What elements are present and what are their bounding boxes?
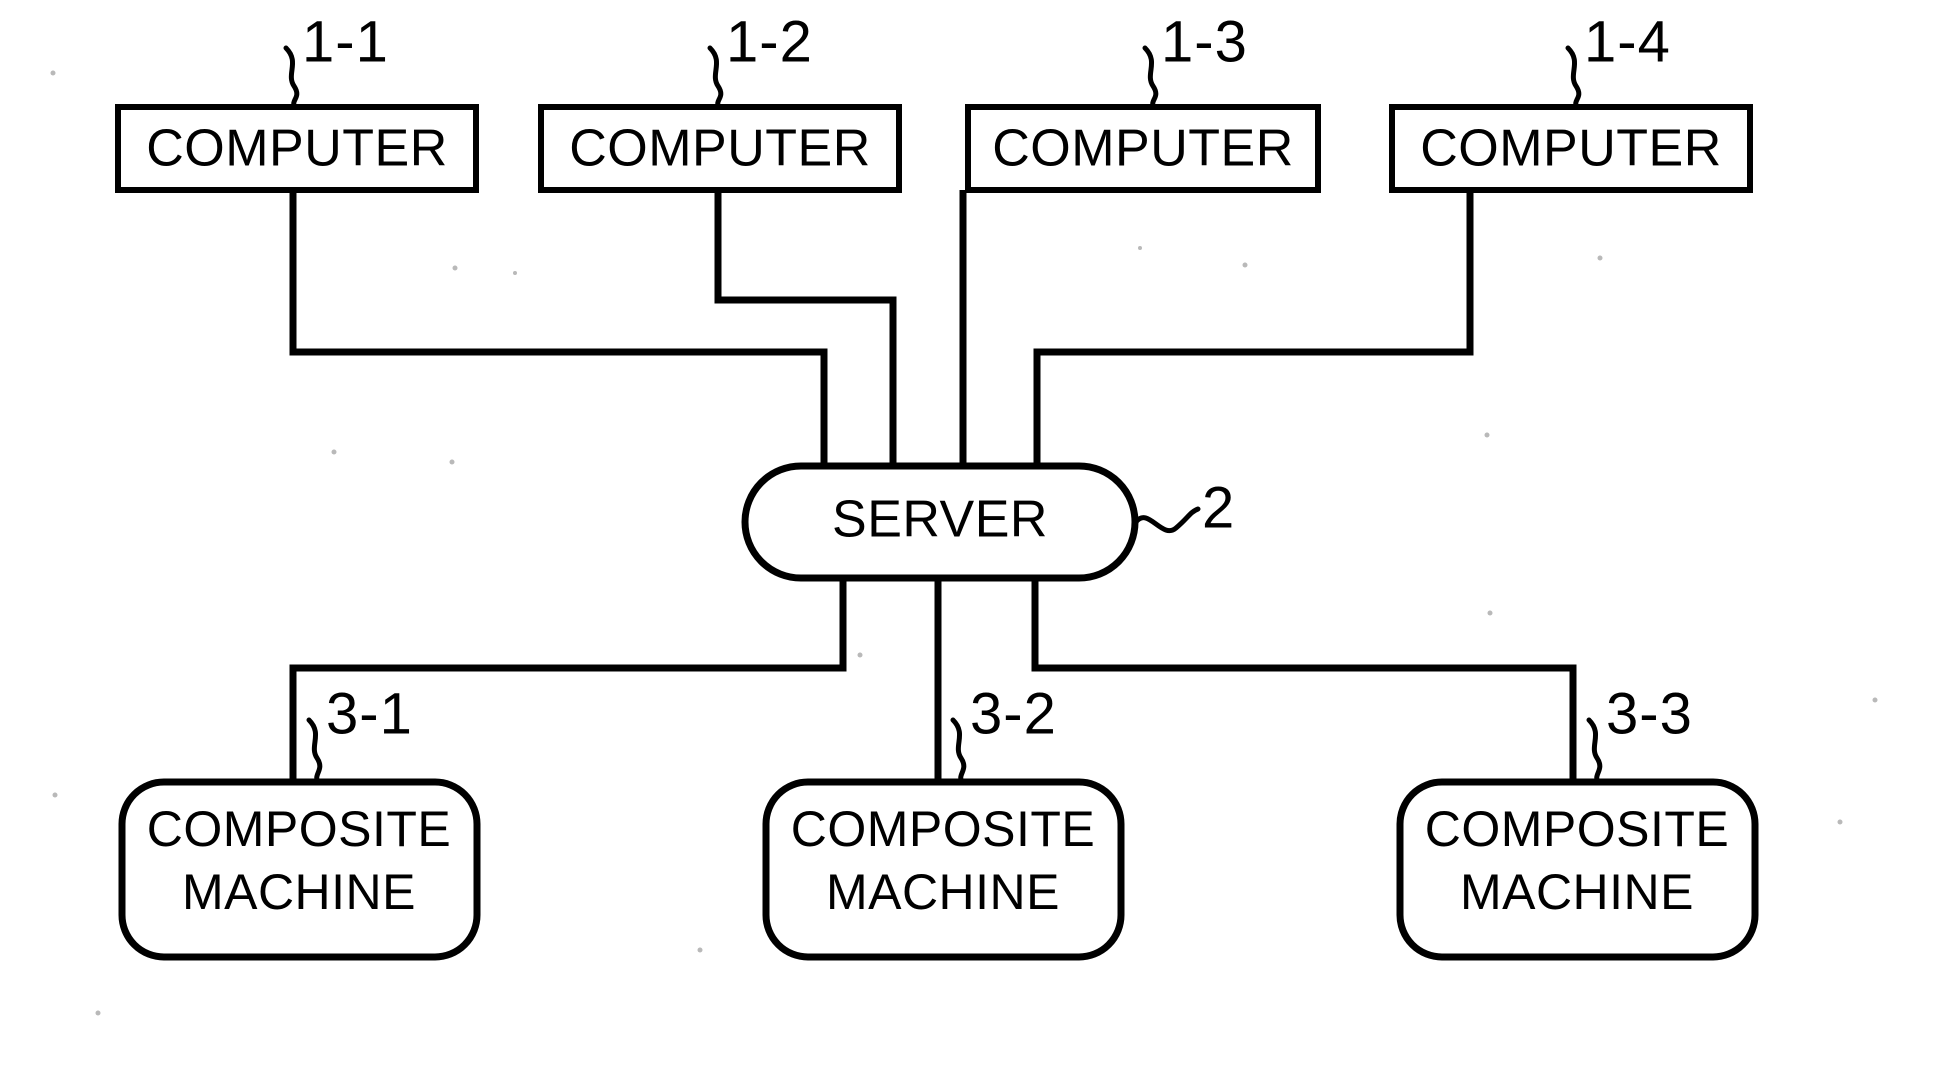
leader-line-3-2 — [950, 717, 967, 785]
composite-machine-label-3-2-line1: COMPOSITE — [791, 801, 1096, 857]
ref-label-1-4: 1-4 — [1584, 9, 1671, 74]
composite-machine-node-3-2[interactable]: COMPOSITE MACHINE — [762, 778, 1125, 961]
computer-label-1-4: COMPUTER — [1420, 120, 1722, 178]
leader-line-1-4 — [1565, 45, 1582, 110]
leader-line-3-3 — [1586, 717, 1603, 785]
ref-callout-3-3: 3-3 — [1586, 681, 1693, 785]
composite-machine-node-3-3[interactable]: COMPOSITE MACHINE — [1396, 778, 1759, 961]
computer-node-1-4[interactable]: COMPUTER — [1389, 104, 1753, 193]
leader-line-1-3 — [1142, 45, 1159, 110]
composite-machine-node-3-1[interactable]: COMPOSITE MACHINE — [118, 778, 481, 961]
computer-node-1-2[interactable]: COMPUTER — [538, 104, 902, 193]
composite-machine-label-3-2-line2: MACHINE — [826, 864, 1060, 920]
computer-label-1-2: COMPUTER — [569, 120, 871, 178]
composite-machine-label-3-1-line2: MACHINE — [182, 864, 416, 920]
figure-canvas: COMPUTER 1-1 COMPUTER 1-2 COMPUTER 1-3 C… — [0, 0, 1952, 1084]
composite-machine-label-3-1-line1: COMPOSITE — [147, 801, 452, 857]
ref-callout-1-2: 1-2 — [707, 9, 813, 110]
ref-callout-1-1: 1-1 — [283, 9, 389, 110]
ref-callout-1-3: 1-3 — [1142, 9, 1248, 110]
ref-label-3-1: 3-1 — [326, 681, 413, 746]
leader-line-3-1 — [306, 717, 323, 785]
network-topology-diagram: COMPUTER 1-1 COMPUTER 1-2 COMPUTER 1-3 C… — [50, 9, 1878, 1016]
computer-node-1-3[interactable]: COMPUTER — [965, 104, 1321, 193]
server-node[interactable]: SERVER — [741, 462, 1139, 582]
ref-callout-1-4: 1-4 — [1565, 9, 1671, 110]
ref-label-2: 2 — [1202, 475, 1235, 540]
computer-label-1-3: COMPUTER — [992, 120, 1294, 178]
ref-label-1-2: 1-2 — [726, 9, 813, 74]
server-label: SERVER — [832, 491, 1048, 549]
leader-line-1-1 — [283, 45, 300, 110]
composite-machine-label-3-3-line1: COMPOSITE — [1425, 801, 1730, 857]
ref-label-3-3: 3-3 — [1606, 681, 1693, 746]
ref-label-3-2: 3-2 — [970, 681, 1057, 746]
computer-node-1-1[interactable]: COMPUTER — [115, 104, 479, 193]
leader-line-2 — [1133, 506, 1201, 533]
computer-label-1-1: COMPUTER — [146, 120, 448, 178]
ref-callout-2: 2 — [1133, 475, 1235, 540]
ref-label-1-1: 1-1 — [302, 9, 389, 74]
link-computer-1-4-to-server — [1033, 190, 1474, 466]
link-server-to-composite-machine-3-3 — [1031, 578, 1577, 793]
ref-label-1-3: 1-3 — [1161, 9, 1248, 74]
leader-line-1-2 — [707, 45, 724, 110]
link-computer-1-1-to-server — [289, 190, 828, 466]
ref-callout-3-1: 3-1 — [306, 681, 413, 785]
composite-machine-label-3-3-line2: MACHINE — [1460, 864, 1694, 920]
link-computer-1-2-to-server — [714, 190, 897, 466]
ref-callout-3-2: 3-2 — [950, 681, 1057, 785]
